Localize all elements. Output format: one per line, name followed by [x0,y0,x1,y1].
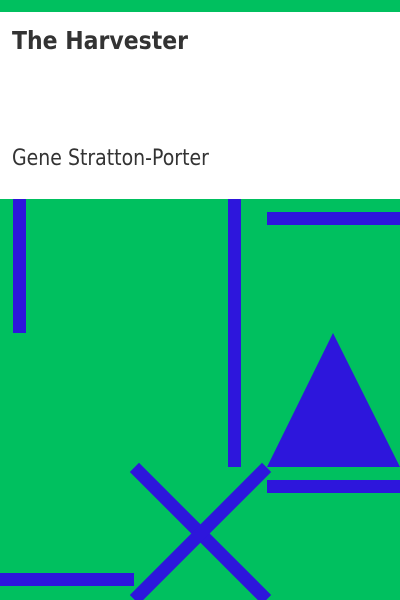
left-vertical-bar [13,199,26,333]
bottom-left-horizontal-bar [0,573,134,586]
geometric-artwork [0,199,400,600]
cover-artwork [0,199,400,600]
book-cover: The Harvester Gene Stratton-Porter [0,0,400,600]
upper-right-horizontal-bar [267,212,400,225]
top-green-band [0,0,400,12]
right-horizontal-bar [267,480,400,493]
book-title: The Harvester [12,26,188,55]
blue-triangle [267,333,400,467]
center-vertical-bar [228,199,241,467]
book-author: Gene Stratton-Porter [12,146,209,171]
title-panel: The Harvester Gene Stratton-Porter [0,12,400,199]
